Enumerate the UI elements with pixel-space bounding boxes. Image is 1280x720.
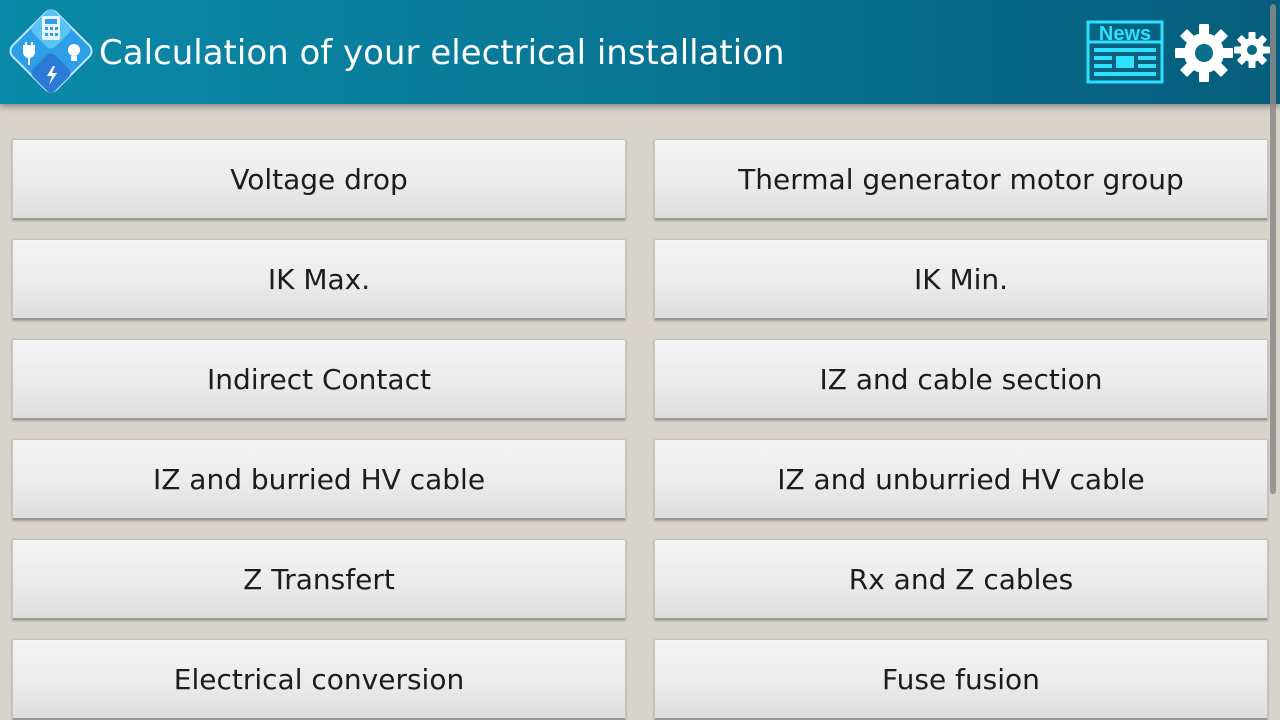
thermal-generator-motor-group-button[interactable]: Thermal generator motor group bbox=[654, 139, 1268, 220]
iz-burried-hv-cable-button[interactable]: IZ and burried HV cable bbox=[12, 439, 626, 520]
news-label: News bbox=[1099, 23, 1151, 45]
iz-unburried-hv-cable-button[interactable]: IZ and unburried HV cable bbox=[654, 439, 1268, 520]
vertical-scrollbar[interactable] bbox=[1270, 4, 1276, 494]
indirect-contact-button[interactable]: Indirect Contact bbox=[12, 339, 626, 420]
app-title: Calculation of your electrical installat… bbox=[99, 33, 785, 73]
ik-max-button[interactable]: IK Max. bbox=[12, 239, 626, 320]
z-transfert-button[interactable]: Z Transfert bbox=[12, 539, 626, 620]
electrical-conversion-button[interactable]: Electrical conversion bbox=[12, 639, 626, 720]
iz-cable-section-button[interactable]: IZ and cable section bbox=[654, 339, 1268, 420]
gears-icon[interactable] bbox=[1172, 20, 1272, 84]
calculation-menu-grid: Voltage drop Thermal generator motor gro… bbox=[0, 104, 1280, 720]
electrical-calculator-logo-icon[interactable] bbox=[6, 6, 96, 96]
app-window: Calculation of your electrical installat… bbox=[0, 0, 1280, 720]
app-header: Calculation of your electrical installat… bbox=[0, 0, 1280, 104]
ik-min-button[interactable]: IK Min. bbox=[654, 239, 1268, 320]
voltage-drop-button[interactable]: Voltage drop bbox=[12, 139, 626, 220]
rx-z-cables-button[interactable]: Rx and Z cables bbox=[654, 539, 1268, 620]
fuse-fusion-button[interactable]: Fuse fusion bbox=[654, 639, 1268, 720]
news-icon[interactable]: News bbox=[1086, 20, 1164, 84]
